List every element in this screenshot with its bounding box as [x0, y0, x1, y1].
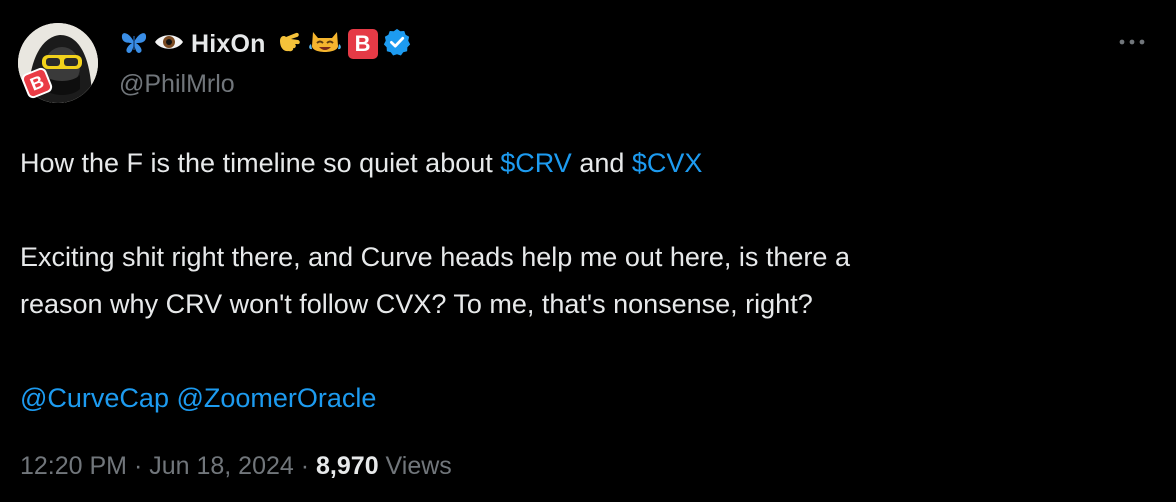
views-label: Views — [378, 452, 452, 480]
display-name: HixOn — [191, 29, 266, 58]
cat-laughing-icon — [308, 26, 342, 63]
tweet-line-1-and: and — [571, 148, 632, 178]
more-options-button[interactable] — [1114, 30, 1150, 54]
cashtag-crv-link[interactable]: $CRV — [500, 148, 572, 178]
tweet-line-3: reason why CRV won't follow CVX? To me, … — [20, 289, 813, 319]
mention-zoomeroracle-link[interactable]: @ZoomerOracle — [176, 383, 376, 413]
tweet-text: How the F is the timeline so quiet about… — [20, 140, 1150, 422]
verified-badge-icon — [382, 27, 412, 62]
cashtag-cvx-link[interactable]: $CVX — [632, 148, 703, 178]
tweet-date[interactable]: Jun 18, 2024 — [149, 452, 294, 480]
b-badge-letter: B — [354, 31, 371, 56]
pointing-hand-icon — [274, 27, 304, 62]
eye-icon — [153, 29, 185, 60]
tweet-meta: 12:20 PM · Jun 18, 2024 · 8,970 Views — [20, 452, 452, 481]
tweet-card: B HixOn B @PhilMrlo How the F is the tim… — [0, 0, 1176, 502]
b-badge: B — [347, 29, 378, 59]
meta-separator: · — [293, 452, 317, 480]
tweet-line-1-text: How the F is the timeline so quiet about — [20, 148, 501, 178]
avatar-badge-letter: B — [27, 70, 47, 95]
more-dots-icon — [1119, 39, 1145, 45]
tweet-line-2: Exciting shit right there, and Curve hea… — [20, 242, 850, 272]
author-handle[interactable]: @PhilMrlo — [119, 70, 235, 99]
tweet-line-1: How the F is the timeline so quiet about… — [20, 140, 1150, 187]
tweet-time[interactable]: 12:20 PM — [20, 452, 127, 480]
tweet-mentions: @CurveCap @ZoomerOracle — [20, 375, 1150, 422]
views-count: 8,970 — [316, 452, 379, 480]
author-name-row[interactable]: HixOn B — [119, 26, 412, 62]
butterfly-icon — [119, 28, 149, 61]
meta-separator: · — [127, 452, 150, 480]
mention-curvecap-link[interactable]: @CurveCap — [20, 383, 169, 413]
